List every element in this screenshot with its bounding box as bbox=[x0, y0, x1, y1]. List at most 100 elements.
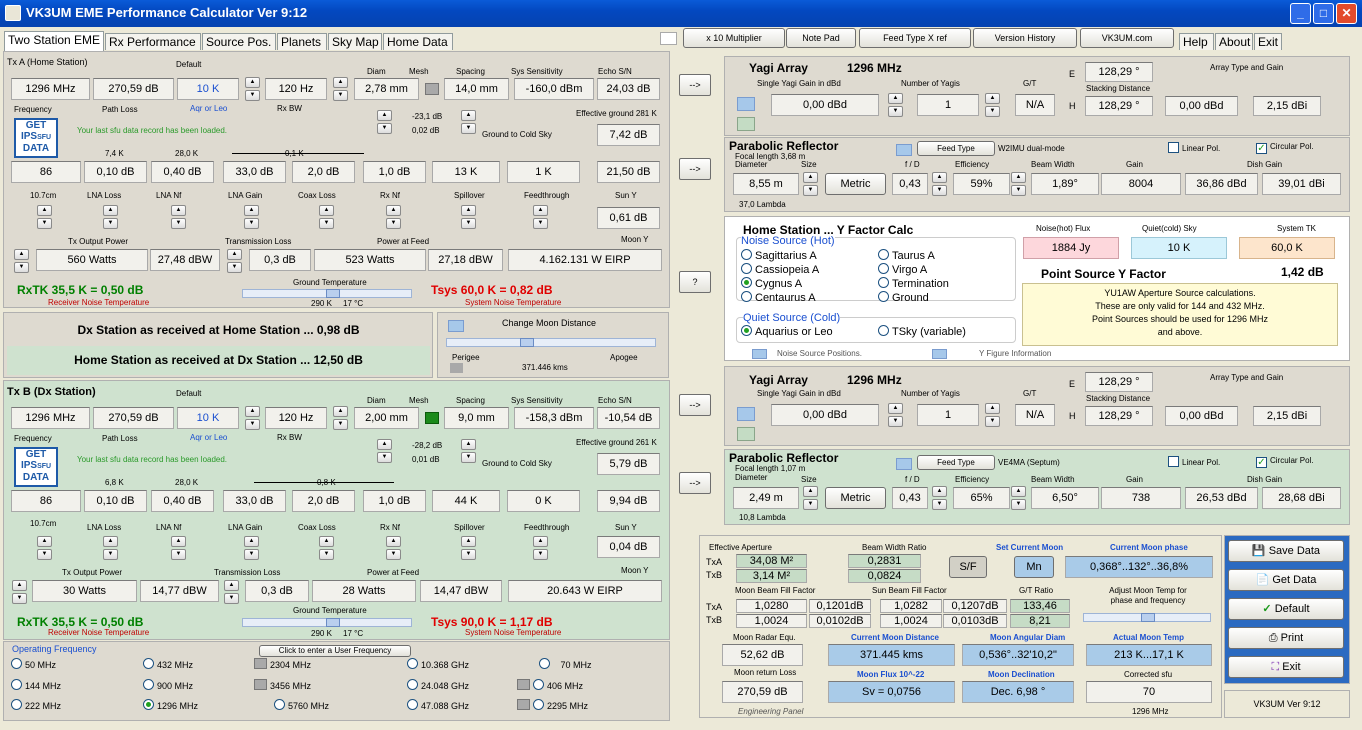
arrow-button-4[interactable]: --> bbox=[679, 472, 711, 494]
freq-10368[interactable]: 10.368 GHz bbox=[407, 658, 469, 670]
diameter-spinner-b[interactable]: ▲ ▼ bbox=[803, 486, 818, 510]
yagi-a-green-toggle[interactable] bbox=[737, 117, 755, 131]
note-pad-button[interactable]: Note Pad bbox=[786, 28, 856, 48]
sp4-4[interactable]: ▲ ▼ bbox=[319, 205, 334, 229]
sp4-6[interactable]: ▲ ▼ bbox=[461, 205, 476, 229]
efficiency-spinner-a[interactable]: ▲ ▼ bbox=[1011, 172, 1026, 196]
mesh-toggle[interactable] bbox=[425, 83, 439, 95]
tab-help[interactable]: Help bbox=[1179, 33, 1214, 50]
tab-home-data[interactable]: Home Data bbox=[383, 33, 453, 50]
num-yagis-spinner[interactable]: ▲ ▼ bbox=[985, 93, 1000, 117]
vk3um-com-button[interactable]: VK3UM.com bbox=[1080, 28, 1174, 48]
metric-button-b[interactable]: Metric bbox=[825, 487, 886, 509]
tab-planets[interactable]: Planets bbox=[277, 33, 327, 50]
tloss-spinner[interactable]: ▲ ▼ bbox=[227, 249, 242, 273]
fd-spinner-a[interactable]: ▲ ▼ bbox=[932, 172, 947, 196]
tab-about[interactable]: About bbox=[1215, 33, 1253, 50]
yagi-a-blue-toggle[interactable] bbox=[737, 97, 755, 111]
freq-406[interactable]: 406 MHz bbox=[517, 679, 583, 691]
spinner-b2[interactable]: ▲ ▼ bbox=[461, 439, 476, 463]
yagi-b-blue-toggle[interactable] bbox=[737, 407, 755, 421]
tx-power-spinner-b[interactable]: ▲ ▼ bbox=[12, 580, 27, 604]
freq-432[interactable]: 432 MHz bbox=[143, 658, 193, 670]
feed-type-toggle-b[interactable] bbox=[896, 458, 912, 470]
efficiency-spinner-b[interactable]: ▲ ▼ bbox=[1011, 486, 1026, 510]
ground-temp-slider-b[interactable] bbox=[242, 618, 412, 627]
version-history-button[interactable]: Version History bbox=[973, 28, 1077, 48]
quiet-tsky[interactable]: TSky (variable) bbox=[878, 325, 966, 338]
freq-3456[interactable]: 3456 MHz bbox=[254, 679, 311, 691]
sp4-5[interactable]: ▲ ▼ bbox=[386, 205, 401, 229]
src-sagittarius[interactable]: Sagittarius A bbox=[741, 249, 817, 262]
tab-source-pos[interactable]: Source Pos. bbox=[202, 33, 276, 50]
yagi-gain-spinner[interactable]: ▲ ▼ bbox=[888, 93, 903, 117]
moon-temp-slider[interactable] bbox=[1083, 613, 1211, 622]
get-ips-sfu-data-logo-b[interactable]: GET IPSSFU DATA bbox=[14, 447, 58, 487]
default-button[interactable]: ✓ Default bbox=[1228, 598, 1344, 620]
temp-spinner-b[interactable]: ▲ ▼ bbox=[245, 406, 260, 430]
yagi-b-green-toggle[interactable] bbox=[737, 427, 755, 441]
user-frequency-button[interactable]: Click to enter a User Frequency bbox=[259, 645, 411, 657]
src-centaurus[interactable]: Centaurus A bbox=[741, 291, 816, 304]
feed-type-xref-button[interactable]: Feed Type X ref bbox=[859, 28, 971, 48]
maximize-button[interactable]: □ bbox=[1313, 3, 1334, 24]
freq-222[interactable]: 222 MHz bbox=[11, 699, 61, 711]
freq-24048[interactable]: 24.048 GHz bbox=[407, 679, 469, 691]
diameter-spinner-a[interactable]: ▲ ▼ bbox=[803, 172, 818, 196]
quiet-aquarius-leo[interactable]: Aquarius or Leo bbox=[741, 325, 833, 338]
tab-rx-performance[interactable]: Rx Performance bbox=[105, 33, 201, 50]
sp4b-2[interactable]: ▲ ▼ bbox=[171, 536, 186, 560]
moon-distance-slider[interactable] bbox=[446, 338, 656, 347]
circular-pol-a[interactable]: ✓ Circular Pol. bbox=[1256, 142, 1314, 154]
src-cygnus[interactable]: Cygnus A bbox=[741, 277, 802, 290]
src-virgo[interactable]: Virgo A bbox=[878, 263, 927, 276]
feed-type-toggle-a[interactable] bbox=[896, 144, 912, 156]
feed-type-button-b[interactable]: Feed Type bbox=[917, 455, 995, 470]
src-cassiopeia[interactable]: Cassiopeia A bbox=[741, 263, 819, 276]
feed-type-button-a[interactable]: Feed Type bbox=[917, 141, 995, 156]
sp4-1[interactable]: ▲ ▼ bbox=[103, 205, 118, 229]
sp4b-5[interactable]: ▲ ▼ bbox=[386, 536, 401, 560]
rxbw-spinner[interactable]: ▲ ▼ bbox=[333, 77, 348, 101]
arrow-button-1[interactable]: --> bbox=[679, 74, 711, 96]
freq-2295[interactable]: 2295 MHz bbox=[517, 699, 588, 711]
src-termination[interactable]: Termination bbox=[878, 277, 949, 290]
linear-pol-b[interactable]: Linear Pol. bbox=[1168, 456, 1220, 467]
get-ips-sfu-data-logo[interactable]: GET IPSSFU DATA bbox=[14, 118, 58, 158]
print-button[interactable]: ⎙ Print bbox=[1228, 627, 1344, 649]
moon-distance-toggle[interactable] bbox=[448, 320, 464, 332]
tab-sky-map[interactable]: Sky Map bbox=[328, 33, 382, 50]
tab-two-station-eme[interactable]: Two Station EME bbox=[4, 31, 104, 51]
tab-exit[interactable]: Exit bbox=[1254, 33, 1282, 50]
tloss-spinner-b[interactable]: ▲ ▼ bbox=[224, 580, 239, 604]
save-data-button[interactable]: 💾 Save Data bbox=[1228, 540, 1344, 562]
freq-1296[interactable]: 1296 MHz bbox=[143, 699, 198, 711]
minimize-button[interactable]: _ bbox=[1290, 3, 1311, 24]
fd-spinner-b[interactable]: ▲ ▼ bbox=[932, 486, 947, 510]
help-question-button[interactable]: ? bbox=[679, 271, 711, 293]
sp4b-4[interactable]: ▲ ▼ bbox=[319, 536, 334, 560]
sp4-7[interactable]: ▲ ▼ bbox=[533, 205, 548, 229]
rxbw-spinner-b[interactable]: ▲ ▼ bbox=[333, 406, 348, 430]
freq-900[interactable]: 900 MHz bbox=[143, 679, 193, 691]
src-ground[interactable]: Ground bbox=[878, 291, 929, 304]
sp4b-3[interactable]: ▲ ▼ bbox=[244, 536, 259, 560]
metric-button-a[interactable]: Metric bbox=[825, 173, 886, 195]
tx-power-spinner[interactable]: ▲ ▼ bbox=[14, 249, 29, 273]
circular-pol-b[interactable]: ✓ Circular Pol. bbox=[1256, 456, 1314, 468]
yagi-gain-spinner-b[interactable]: ▲ ▼ bbox=[888, 403, 903, 427]
sp4b-6[interactable]: ▲ ▼ bbox=[461, 536, 476, 560]
sp4b-1[interactable]: ▲ ▼ bbox=[103, 536, 118, 560]
arrow-button-2[interactable]: --> bbox=[679, 158, 711, 180]
arrow-button-3[interactable]: --> bbox=[679, 394, 711, 416]
freq-2304[interactable]: 2304 MHz bbox=[254, 658, 311, 670]
sf-button[interactable]: S/F bbox=[949, 556, 987, 578]
get-data-button[interactable]: 📄 Get Data bbox=[1228, 569, 1344, 591]
spinner-b1[interactable]: ▲ ▼ bbox=[377, 439, 392, 463]
sp4-0[interactable]: ▲ ▼ bbox=[37, 205, 52, 229]
noise-source-positions-toggle[interactable] bbox=[752, 349, 767, 359]
freq-50[interactable]: 50 MHz bbox=[11, 658, 56, 670]
num-yagis-spinner-b[interactable]: ▲ ▼ bbox=[985, 403, 1000, 427]
src-taurus[interactable]: Taurus A bbox=[878, 249, 935, 262]
temp-spinner[interactable]: ▲ ▼ bbox=[245, 77, 260, 101]
